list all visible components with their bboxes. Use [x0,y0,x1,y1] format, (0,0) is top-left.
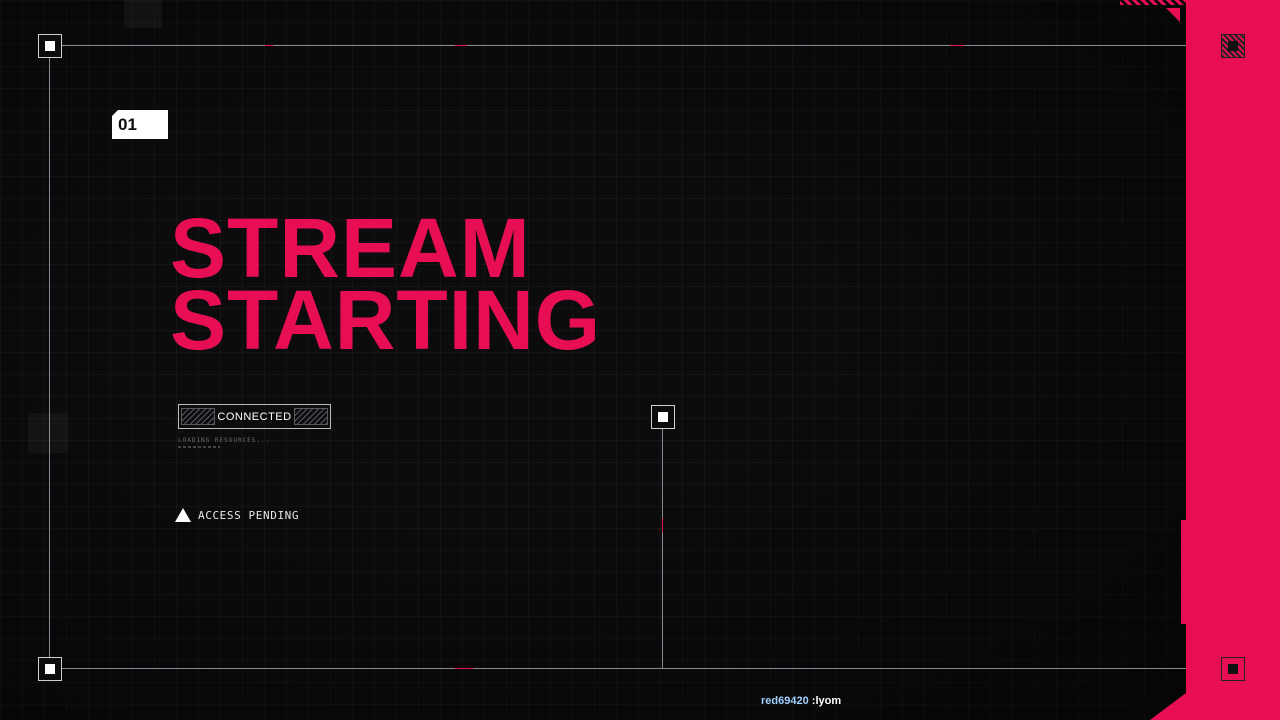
loading-progress-dashes [178,446,220,448]
frame-line-center [662,416,663,668]
headline-line-2: STARTING [170,273,602,367]
access-status: ACCESS PENDING [175,508,299,522]
headline: STREAM STARTING [170,206,602,367]
chat-message: red69420 :lyom [761,695,841,707]
frame-line-left [49,46,50,669]
hatch-pattern-right [293,408,328,425]
scene-number-badge: 01 [112,110,168,139]
corner-node-top-left [38,34,62,58]
ghost-block-top [124,0,162,28]
side-accent-panel [1186,0,1280,720]
side-accent-notch [1166,8,1180,22]
chat-message-text: :lyom [811,695,842,707]
side-accent-tab [1181,520,1187,624]
frame-line-top [50,45,1234,46]
hatch-pattern-left [181,408,215,425]
center-node [651,405,675,429]
loading-text: LOADING RESOURCES... [178,437,271,444]
accent-tick [455,45,467,46]
connection-status-text: CONNECTED [217,410,292,423]
corner-node-bottom-right [1221,657,1245,681]
ghost-block-left [28,413,68,453]
corner-node-top-right [1221,34,1245,58]
side-accent-stripes [1120,0,1190,5]
chat-username: red69420 [761,695,809,707]
accent-tick [662,518,663,532]
accent-tick [455,668,473,669]
access-status-text: ACCESS PENDING [198,508,300,522]
warning-triangle-icon [175,508,191,522]
connection-status-box: CONNECTED [178,404,331,429]
frame-line-bottom [50,668,1234,669]
accent-tick [950,45,964,46]
corner-node-bottom-left [38,657,62,681]
accent-tick [265,45,273,46]
